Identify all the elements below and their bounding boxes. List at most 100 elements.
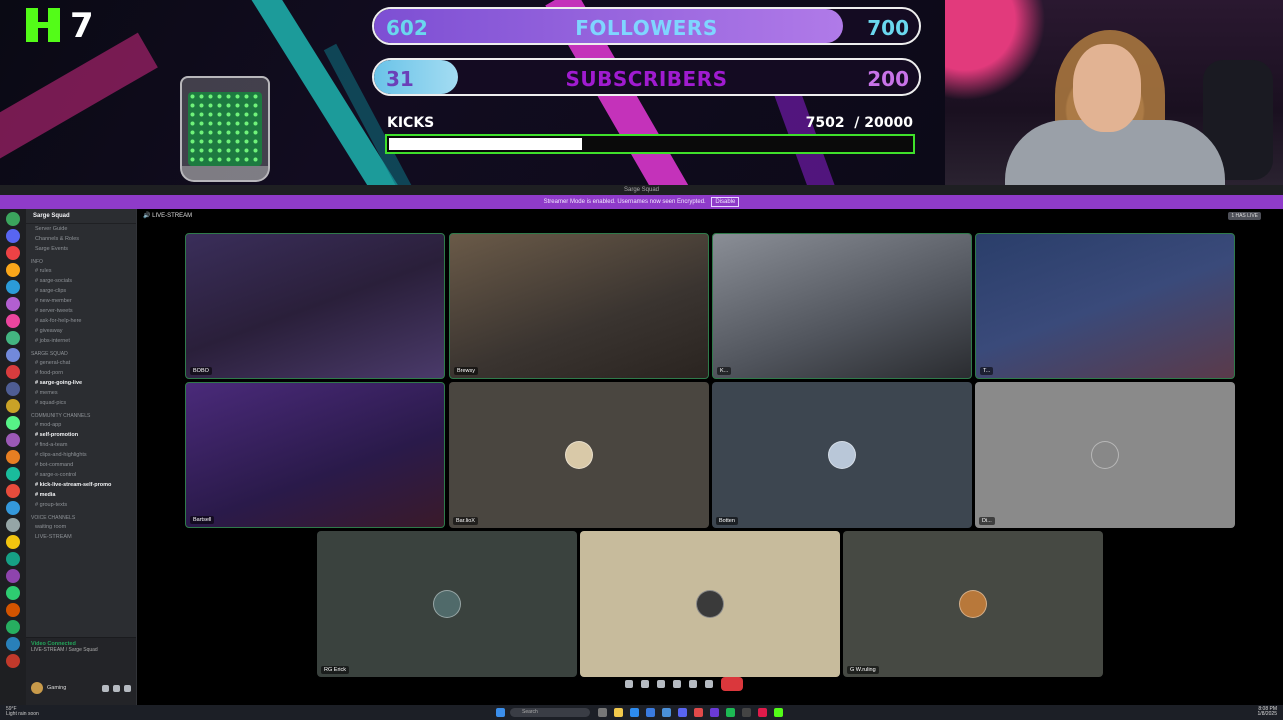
- server-icon[interactable]: [6, 501, 20, 515]
- voice-channel-link[interactable]: LIVE-STREAM / Sarge Squad: [31, 647, 131, 653]
- participant-tile[interactable]: [580, 531, 840, 677]
- screen-share-icon[interactable]: [657, 680, 665, 688]
- participant-name: Bartsell: [190, 516, 215, 524]
- channel-item[interactable]: # media: [26, 490, 136, 500]
- channel-item[interactable]: # squad-pics: [26, 398, 136, 408]
- file-explorer-icon[interactable]: [614, 708, 623, 717]
- server-icon[interactable]: [6, 518, 20, 532]
- channel-item[interactable]: waiting room: [26, 522, 136, 532]
- twitch-icon[interactable]: [710, 708, 719, 717]
- server-icon[interactable]: [6, 246, 20, 260]
- server-icon[interactable]: [6, 212, 20, 226]
- server-icon[interactable]: [6, 433, 20, 447]
- channel-item[interactable]: # mod-app: [26, 420, 136, 430]
- channel-item[interactable]: # self-promotion: [26, 430, 136, 440]
- server-icon[interactable]: [6, 399, 20, 413]
- participant-tile[interactable]: RG Erick: [317, 531, 577, 677]
- server-icon[interactable]: [6, 229, 20, 243]
- search-input[interactable]: Search: [510, 708, 590, 717]
- start-icon[interactable]: [496, 708, 505, 717]
- gear-icon[interactable]: [124, 684, 131, 692]
- kick-icon[interactable]: [774, 708, 783, 717]
- server-icon[interactable]: [6, 569, 20, 583]
- channel-item[interactable]: # memes: [26, 388, 136, 398]
- participant-tile[interactable]: Botten: [712, 382, 972, 528]
- channel-item[interactable]: # kick-live-stream-self-promo: [26, 480, 136, 490]
- server-icon[interactable]: [6, 654, 20, 668]
- server-icon[interactable]: [6, 314, 20, 328]
- server-icon[interactable]: [6, 331, 20, 345]
- microphone-icon[interactable]: [102, 684, 109, 692]
- channel-item[interactable]: # sarge-socials: [26, 276, 136, 286]
- server-icon[interactable]: [6, 484, 20, 498]
- channel-item[interactable]: Sarge Events: [26, 244, 136, 254]
- server-icon[interactable]: [6, 416, 20, 430]
- channel-item[interactable]: Channels & Roles: [26, 234, 136, 244]
- chrome-icon[interactable]: [662, 708, 671, 717]
- server-icon[interactable]: [6, 552, 20, 566]
- channel-item[interactable]: # ask-for-help-here: [26, 316, 136, 326]
- server-icon[interactable]: [6, 348, 20, 362]
- server-icon[interactable]: [6, 467, 20, 481]
- participant-tile[interactable]: BOBO: [185, 233, 445, 379]
- server-icon[interactable]: [6, 637, 20, 651]
- server-icon[interactable]: [6, 450, 20, 464]
- app-icon[interactable]: [742, 708, 751, 717]
- channel-item[interactable]: # general-chat: [26, 358, 136, 368]
- server-icon[interactable]: [6, 603, 20, 617]
- obs-icon[interactable]: [694, 708, 703, 717]
- server-icon[interactable]: [6, 263, 20, 277]
- participant-tile[interactable]: Bartsell: [185, 382, 445, 528]
- participant-tile[interactable]: Di...: [975, 382, 1235, 528]
- microphone-icon[interactable]: [625, 680, 633, 688]
- weather-widget[interactable]: 59°F Light rain soon: [6, 707, 39, 717]
- more-options-icon[interactable]: [705, 680, 713, 688]
- task-view-icon[interactable]: [598, 708, 607, 717]
- participant-tile[interactable]: T...: [975, 233, 1235, 379]
- participant-tile[interactable]: Bar.lioX: [449, 382, 709, 528]
- server-icon[interactable]: [6, 535, 20, 549]
- channel-item[interactable]: Server Guide: [26, 224, 136, 234]
- channel-item[interactable]: # giveaway: [26, 326, 136, 336]
- disable-streamer-mode-button[interactable]: Disable: [711, 197, 740, 207]
- avatar[interactable]: [31, 682, 43, 694]
- discord-icon[interactable]: [678, 708, 687, 717]
- edge-icon[interactable]: [630, 708, 639, 717]
- activities-icon[interactable]: [673, 680, 681, 688]
- channel-item[interactable]: # bot-command: [26, 460, 136, 470]
- server-icon[interactable]: [6, 280, 20, 294]
- channel-item[interactable]: LIVE-STREAM: [26, 532, 136, 542]
- channel-item[interactable]: # sarge-s-control: [26, 470, 136, 480]
- disconnect-button[interactable]: [721, 677, 743, 691]
- channel-category[interactable]: SARGE SQUAD: [26, 346, 136, 358]
- system-clock[interactable]: 8:08 PM 1/8/2025: [1258, 707, 1277, 717]
- soundboard-icon[interactable]: [689, 680, 697, 688]
- channel-item[interactable]: # clips-and-highlights: [26, 450, 136, 460]
- channel-item[interactable]: # sarge-going-live: [26, 378, 136, 388]
- channel-item[interactable]: # food-porn: [26, 368, 136, 378]
- channel-item[interactable]: # group-texts: [26, 500, 136, 510]
- server-icon[interactable]: [6, 620, 20, 634]
- channel-category[interactable]: info: [26, 254, 136, 266]
- server-icon[interactable]: [6, 365, 20, 379]
- participant-tile[interactable]: G W.ruling: [843, 531, 1103, 677]
- server-icon[interactable]: [6, 382, 20, 396]
- server-name-header[interactable]: Sarge Squad: [26, 209, 136, 224]
- channel-item[interactable]: # find-a-team: [26, 440, 136, 450]
- store-icon[interactable]: [646, 708, 655, 717]
- server-icon[interactable]: [6, 586, 20, 600]
- channel-item[interactable]: # rules: [26, 266, 136, 276]
- app-icon[interactable]: [758, 708, 767, 717]
- camera-icon[interactable]: [641, 680, 649, 688]
- participant-tile[interactable]: Brewsy: [449, 233, 709, 379]
- channel-item[interactable]: # jobs-internet: [26, 336, 136, 346]
- channel-item[interactable]: # new-member: [26, 296, 136, 306]
- channel-category[interactable]: Voice Channels: [26, 510, 136, 522]
- channel-item[interactable]: # server-tweets: [26, 306, 136, 316]
- headphones-icon[interactable]: [113, 684, 120, 692]
- channel-category[interactable]: community channels: [26, 408, 136, 420]
- server-icon[interactable]: [6, 297, 20, 311]
- channel-item[interactable]: # sarge-clips: [26, 286, 136, 296]
- participant-tile[interactable]: K...: [712, 233, 972, 379]
- spotify-icon[interactable]: [726, 708, 735, 717]
